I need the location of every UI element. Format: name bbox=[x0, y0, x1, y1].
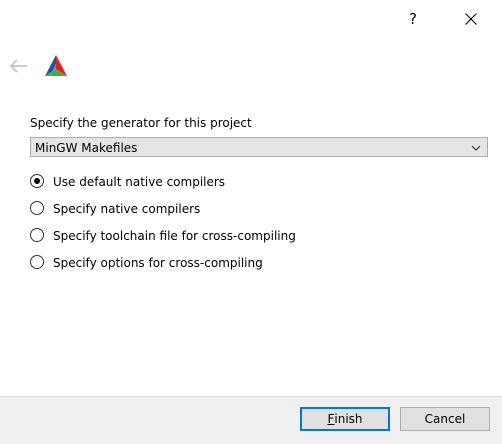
generator-combobox[interactable]: MinGW Makefiles bbox=[30, 137, 488, 157]
cancel-button[interactable]: Cancel bbox=[400, 407, 490, 431]
title-bar: ? bbox=[0, 0, 502, 38]
back-arrow-icon[interactable] bbox=[8, 56, 30, 76]
close-icon bbox=[465, 13, 477, 25]
radio-label: Use default native compilers bbox=[53, 175, 226, 189]
radio-label: Specify options for cross-compiling bbox=[53, 256, 263, 270]
cancel-label: Cancel bbox=[424, 412, 466, 426]
close-button[interactable] bbox=[448, 0, 494, 38]
wizard-header bbox=[0, 50, 502, 86]
radio-label: Specify toolchain file for cross-compili… bbox=[53, 229, 296, 243]
help-icon: ? bbox=[409, 10, 417, 28]
help-button[interactable]: ? bbox=[390, 0, 436, 38]
radio-button[interactable] bbox=[30, 201, 44, 215]
radio-default-native-compilers[interactable]: Use default native compilers bbox=[30, 173, 430, 191]
generator-label: Specify the generator for this project bbox=[30, 116, 252, 130]
radio-button[interactable] bbox=[30, 255, 44, 269]
chevron-down-icon bbox=[471, 145, 481, 151]
radio-label: Specify native compilers bbox=[53, 202, 201, 216]
button-bar: Finish Cancel bbox=[0, 396, 502, 444]
finish-button[interactable]: Finish bbox=[300, 407, 390, 431]
radio-cross-compiling-options[interactable]: Specify options for cross-compiling bbox=[30, 254, 430, 272]
radio-button[interactable] bbox=[30, 228, 44, 242]
radio-button-checked[interactable] bbox=[30, 174, 44, 188]
finish-label: inish bbox=[334, 412, 363, 426]
generator-selected-value: MinGW Makefiles bbox=[35, 141, 138, 155]
radio-toolchain-file[interactable]: Specify toolchain file for cross-compili… bbox=[30, 227, 430, 245]
radio-specify-native-compilers[interactable]: Specify native compilers bbox=[30, 200, 430, 218]
cmake-logo-icon bbox=[45, 55, 67, 76]
finish-mnemonic: F bbox=[327, 412, 335, 426]
